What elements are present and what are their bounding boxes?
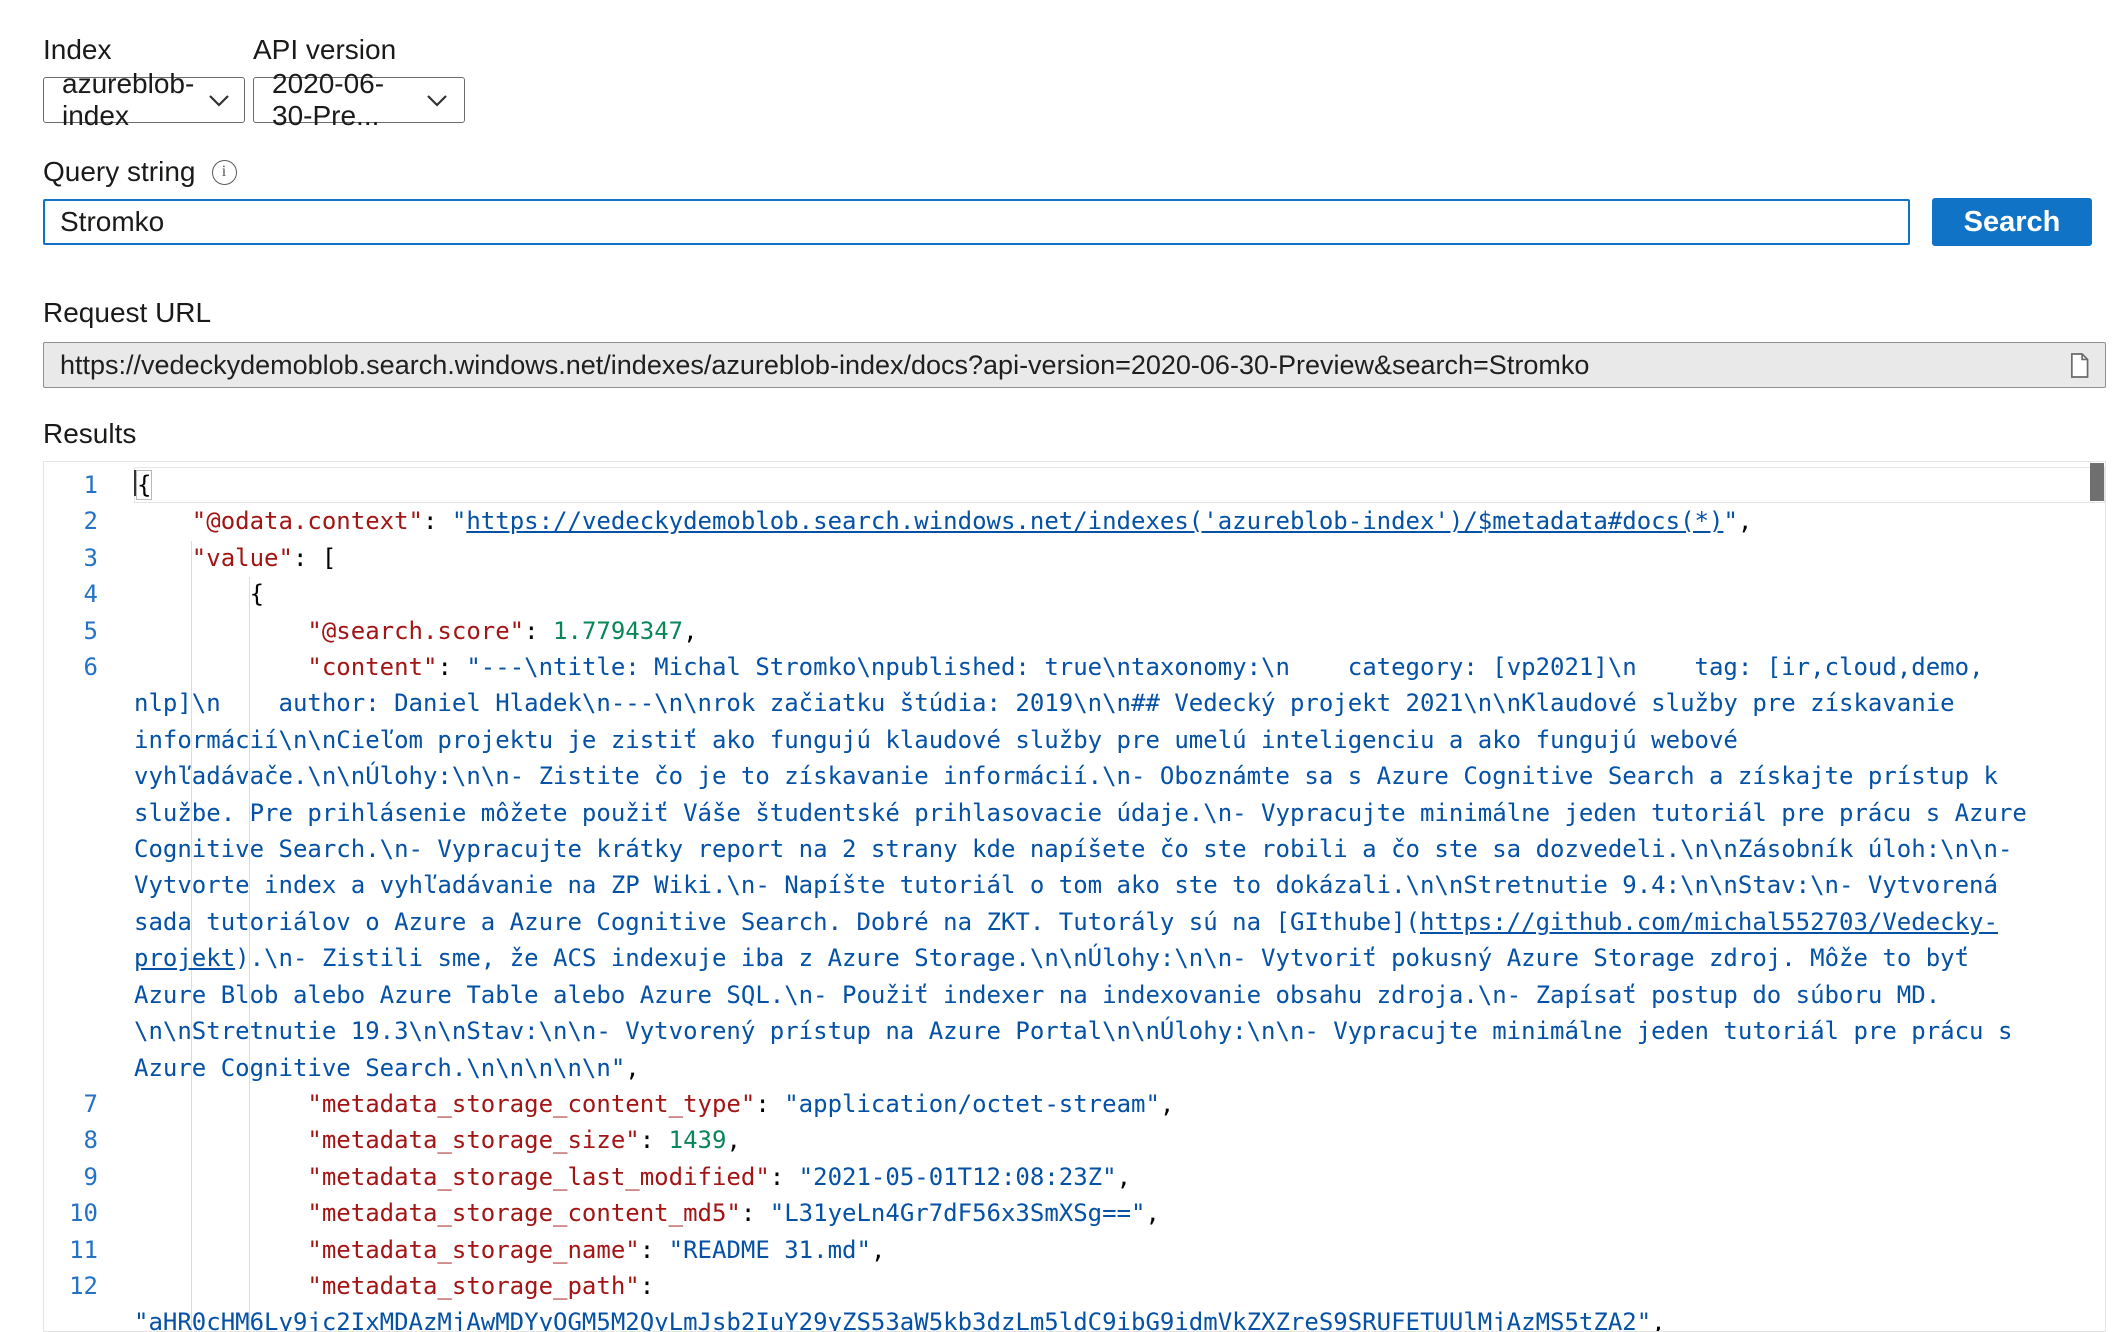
code-segment <box>134 544 192 572</box>
api-version-select[interactable]: 2020-06-30-Pre... <box>253 77 465 123</box>
code-segment: "metadata_storage_last_modified" <box>307 1163 769 1191</box>
code-segment: : <box>640 1126 669 1154</box>
line-number: 3 <box>44 540 134 576</box>
chevron-down-icon <box>208 94 230 107</box>
line-number: 6 <box>44 649 134 1086</box>
code-segment: : <box>524 617 553 645</box>
query-string-label: Query string <box>43 156 196 188</box>
code-segment <box>134 1090 307 1118</box>
line-number: 2 <box>44 503 134 539</box>
code-segment: , <box>1145 1199 1159 1227</box>
code-segment: "aHR0cHM6Ly9jc2IxMDAzMjAwMDYyOGM5M2QyLmJ… <box>134 1308 1651 1332</box>
code-segment: ).\n- Zistili sme, že ACS indexuje iba z… <box>134 944 2027 1081</box>
code-segment: , <box>726 1126 740 1154</box>
code-segment: 1.7794347 <box>553 617 683 645</box>
code-segment: "@search.score" <box>307 617 524 645</box>
line-number: 8 <box>44 1122 134 1158</box>
code-line[interactable]: 8 "metadata_storage_size": 1439, <box>44 1122 2105 1158</box>
results-editor[interactable]: 1{2 "@odata.context": "https://vedeckyde… <box>43 461 2106 1332</box>
code-segment: : <box>437 653 466 681</box>
code-segment: , <box>1117 1163 1131 1191</box>
line-number: 7 <box>44 1086 134 1122</box>
code-segment <box>134 1236 307 1264</box>
line-number: 5 <box>44 613 134 649</box>
index-select-value: azureblob-index <box>62 68 194 132</box>
request-url-label: Request URL <box>43 297 211 329</box>
code-segment: , <box>1738 507 1752 535</box>
code-line[interactable]: 4 { <box>44 576 2105 612</box>
line-number: 4 <box>44 576 134 612</box>
line-number: 11 <box>44 1232 134 1268</box>
code-segment <box>134 1199 307 1227</box>
index-label: Index <box>43 34 112 66</box>
code-segment: "---\ntitle: Michal Stromko\npublished: … <box>134 653 2041 936</box>
code-line[interactable]: 10 "metadata_storage_content_md5": "L31y… <box>44 1195 2105 1231</box>
code-lines: 1{2 "@odata.context": "https://vedeckyde… <box>44 467 2105 1332</box>
code-segment: : <box>423 507 452 535</box>
index-select[interactable]: azureblob-index <box>43 77 245 123</box>
code-segment: : <box>640 1272 669 1300</box>
results-label: Results <box>43 418 136 450</box>
code-segment: "value" <box>192 544 293 572</box>
code-segment: : [ <box>293 544 336 572</box>
query-input[interactable] <box>43 199 1910 245</box>
code-line[interactable]: 11 "metadata_storage_name": "README 31.m… <box>44 1232 2105 1268</box>
text-cursor <box>134 470 136 496</box>
code-segment <box>134 1272 307 1300</box>
code-line[interactable]: 7 "metadata_storage_content_type": "appl… <box>44 1086 2105 1122</box>
request-url-bar: https://vedeckydemoblob.search.windows.n… <box>43 342 2106 388</box>
code-line[interactable]: 9 "metadata_storage_last_modified": "202… <box>44 1159 2105 1195</box>
info-icon[interactable] <box>212 160 237 185</box>
scrollbar[interactable] <box>2088 462 2105 1331</box>
code-line[interactable]: 6 "content": "---\ntitle: Michal Stromko… <box>44 649 2105 1086</box>
code-segment: "metadata_storage_path" <box>307 1272 639 1300</box>
code-segment: "L31yeLn4Gr7dF56x3SmXSg==" <box>770 1199 1146 1227</box>
code-segment <box>134 653 307 681</box>
code-segment: "metadata_storage_content_type" <box>307 1090 755 1118</box>
code-segment: { <box>137 471 151 499</box>
code-segment: "2021-05-01T12:08:23Z" <box>799 1163 1117 1191</box>
line-number: 12 <box>44 1268 134 1332</box>
code-segment: , <box>1160 1090 1174 1118</box>
code-segment: : <box>741 1199 770 1227</box>
code-segment: "content" <box>307 653 437 681</box>
code-segment: " <box>1723 507 1737 535</box>
code-segment: { <box>134 580 264 608</box>
code-segment: " <box>452 507 466 535</box>
code-segment: , <box>871 1236 885 1264</box>
code-segment: , <box>625 1054 639 1082</box>
code-line[interactable]: 3 "value": [ <box>44 540 2105 576</box>
code-segment: , <box>683 617 697 645</box>
code-line[interactable]: 2 "@odata.context": "https://vedeckydemo… <box>44 503 2105 539</box>
search-button[interactable]: Search <box>1932 198 2092 246</box>
line-number: 9 <box>44 1159 134 1195</box>
code-segment: , <box>1651 1308 1665 1332</box>
code-segment <box>134 1163 307 1191</box>
line-number: 10 <box>44 1195 134 1231</box>
code-line[interactable]: 12 "metadata_storage_path": "aHR0cHM6Ly9… <box>44 1268 2105 1332</box>
code-segment: "README 31.md" <box>669 1236 871 1264</box>
code-segment <box>134 1126 307 1154</box>
code-line[interactable]: 5 "@search.score": 1.7794347, <box>44 613 2105 649</box>
code-segment: : <box>770 1163 799 1191</box>
api-version-label: API version <box>253 34 396 66</box>
line-number: 1 <box>44 467 134 503</box>
code-segment: "metadata_storage_name" <box>307 1236 639 1264</box>
code-segment: "metadata_storage_size" <box>307 1126 639 1154</box>
copy-icon[interactable] <box>2066 351 2091 380</box>
code-segment <box>134 617 307 645</box>
scrollbar-thumb[interactable] <box>2090 463 2104 501</box>
api-version-select-value: 2020-06-30-Pre... <box>272 68 412 132</box>
code-segment: : <box>755 1090 784 1118</box>
request-url-value: https://vedeckydemoblob.search.windows.n… <box>60 350 2066 381</box>
code-segment: https://vedeckydemoblob.search.windows.n… <box>466 507 1723 535</box>
code-segment: 1439 <box>669 1126 727 1154</box>
code-segment: "application/octet-stream" <box>784 1090 1160 1118</box>
code-segment: "metadata_storage_content_md5" <box>307 1199 740 1227</box>
code-segment: : <box>640 1236 669 1264</box>
code-segment <box>134 507 192 535</box>
chevron-down-icon <box>426 94 448 107</box>
code-line[interactable]: 1{ <box>44 467 2105 503</box>
code-segment: "@odata.context" <box>192 507 423 535</box>
